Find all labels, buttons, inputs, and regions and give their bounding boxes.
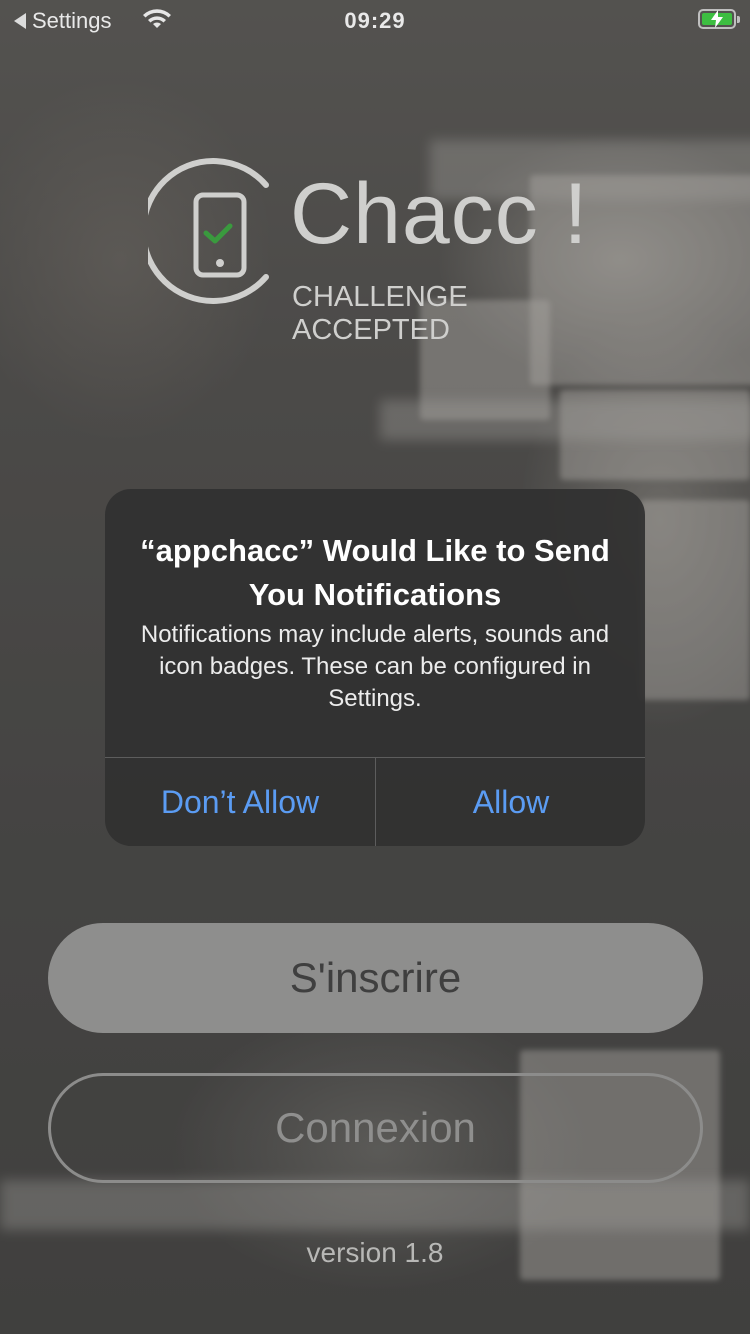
battery-icon <box>698 9 740 29</box>
status-bar: Settings 09:29 <box>0 0 750 40</box>
app-logo: Chacc ! CHALLENGE ACCEPTED <box>148 155 608 346</box>
brand-tagline: CHALLENGE ACCEPTED <box>292 281 468 346</box>
clock: 09:29 <box>344 8 406 33</box>
allow-button[interactable]: Allow <box>376 758 645 846</box>
phone-ring-icon <box>148 158 269 304</box>
version-label: version 1.8 <box>306 1237 444 1268</box>
notification-permission-alert: “appchacc” Would Like to Send You Notifi… <box>105 489 645 846</box>
signup-button[interactable]: S'inscrire <box>48 923 703 1033</box>
dont-allow-button[interactable]: Don’t Allow <box>105 758 375 846</box>
login-button[interactable]: Connexion <box>48 1073 703 1183</box>
alert-message: Notifications may include alerts, sounds… <box>140 621 610 712</box>
brand-name: Chacc ! <box>290 166 589 262</box>
charging-bolt-icon <box>711 10 723 28</box>
alert-title: “appchacc” Would Like to Send You Notifi… <box>140 533 610 612</box>
